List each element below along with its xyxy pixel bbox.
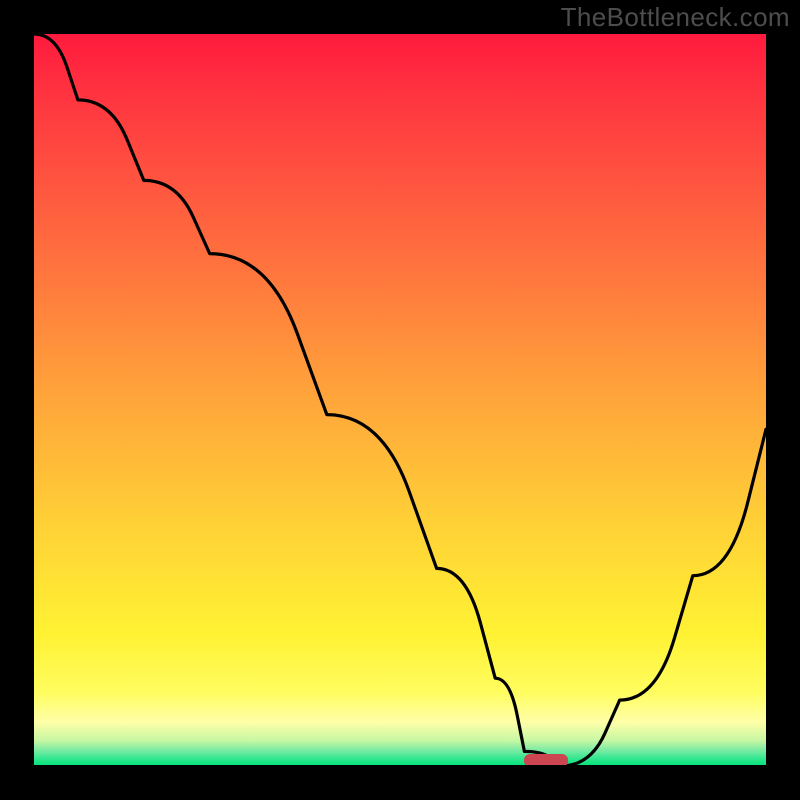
plot-area: [34, 34, 766, 766]
watermark-text: TheBottleneck.com: [561, 2, 790, 33]
figure-container: TheBottleneck.com: [0, 0, 800, 800]
plot-baseline: [34, 765, 766, 768]
heat-gradient: [34, 34, 766, 766]
